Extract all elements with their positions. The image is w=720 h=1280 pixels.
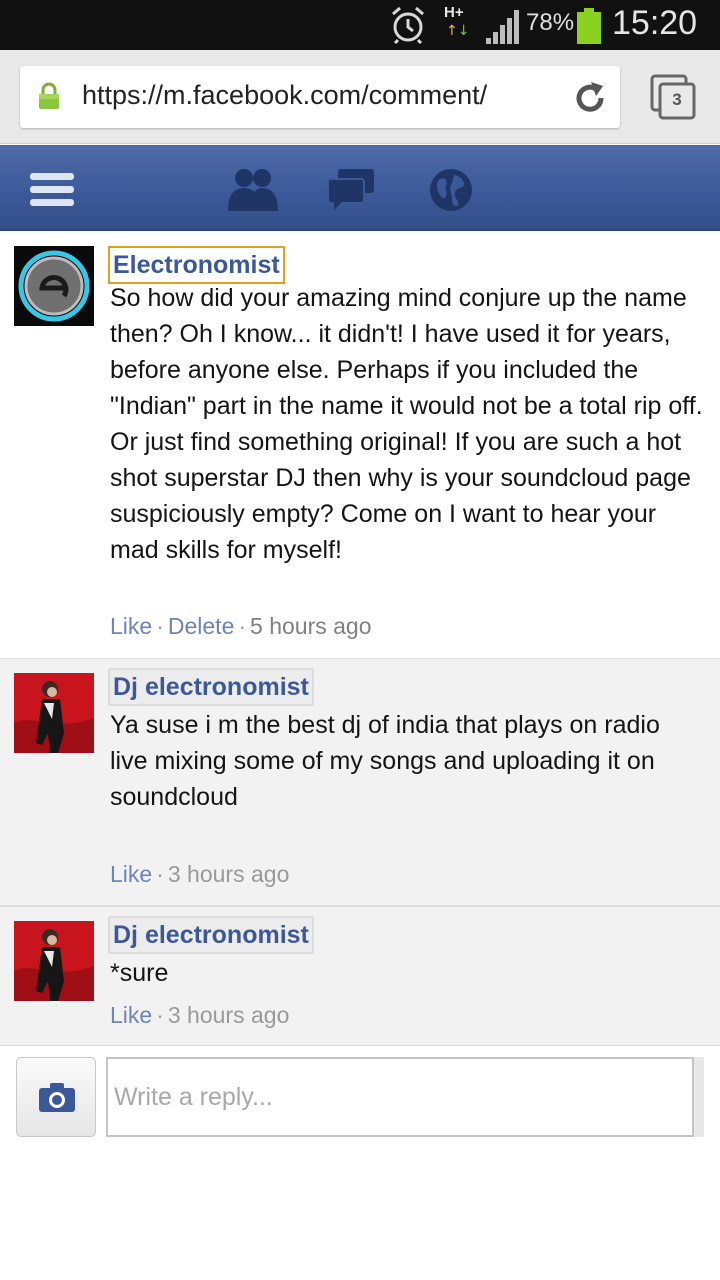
messages-icon[interactable] [326, 167, 376, 211]
clock: 15:20 [612, 4, 698, 42]
browser-toolbar: https://m.facebook.com/comment/ 3 [0, 50, 720, 144]
globe-icon[interactable] [428, 167, 474, 213]
tabs-button[interactable]: 3 [650, 74, 696, 120]
comment-actions: Like · 3 hours ago [110, 861, 289, 888]
comment-actions: Like · 3 hours ago [110, 1002, 289, 1029]
signal-icon [486, 10, 519, 44]
reload-icon[interactable] [572, 80, 608, 116]
comment-timestamp: 5 hours ago [250, 613, 372, 639]
avatar[interactable] [14, 673, 94, 753]
separator: · [238, 613, 247, 639]
friends-icon[interactable] [224, 167, 280, 211]
url-text[interactable]: https://m.facebook.com/comment/ [82, 80, 560, 111]
comment-actions: Like · Delete · 5 hours ago [110, 613, 372, 640]
camera-icon [39, 1083, 75, 1112]
upload-arrow-icon: ↑ [446, 23, 458, 39]
comment-text-line: Ya suse i m the best dj of india that pl… [110, 711, 660, 739]
comment-text: Ya suse i m the best dj of india that pl… [110, 707, 710, 815]
comment-item: Electronomist So how did your amazing mi… [0, 231, 720, 658]
comment-author[interactable]: Dj electronomist [108, 916, 314, 954]
separator: · [156, 1002, 164, 1028]
avatar[interactable] [14, 921, 94, 1001]
network-type-label: H+ [444, 4, 464, 21]
reply-bar [0, 1045, 720, 1145]
comment-author[interactable]: Electronomist [108, 246, 285, 284]
network-icon: H+ ↑↓ [444, 4, 474, 44]
separator: · [156, 861, 164, 887]
battery-percent: 78% [526, 9, 575, 36]
camera-button[interactable] [16, 1057, 96, 1137]
alarm-icon [392, 6, 424, 44]
facebook-header [0, 145, 720, 231]
lock-icon [39, 82, 59, 109]
comment-timestamp: 3 hours ago [167, 1002, 290, 1028]
comment-text-line: live mixing some of my songs and uploadi… [110, 747, 655, 811]
comment-item: Dj electronomist *sure Like · 3 hours ago [0, 905, 720, 1045]
battery-icon [577, 8, 601, 44]
comment-item: Dj electronomist Ya suse i m the best dj… [0, 658, 720, 905]
like-button[interactable]: Like [110, 613, 152, 639]
url-bar[interactable]: https://m.facebook.com/comment/ [20, 66, 620, 128]
like-button[interactable]: Like [110, 861, 152, 887]
menu-icon[interactable] [30, 172, 74, 208]
reply-input[interactable] [106, 1057, 694, 1137]
comment-text: So how did your amazing mind conjure up … [110, 284, 703, 564]
comment-author[interactable]: Dj electronomist [108, 668, 314, 706]
status-bar: H+ ↑↓ 78% 15:20 [0, 0, 720, 50]
tab-count: 3 [672, 90, 682, 109]
comment-timestamp: 3 hours ago [167, 861, 290, 887]
delete-button[interactable]: Delete [168, 613, 234, 639]
avatar[interactable] [14, 246, 94, 326]
like-button[interactable]: Like [110, 1002, 152, 1028]
separator: · [156, 613, 164, 639]
download-arrow-icon: ↓ [457, 23, 470, 39]
comment-text: *sure [110, 959, 169, 987]
